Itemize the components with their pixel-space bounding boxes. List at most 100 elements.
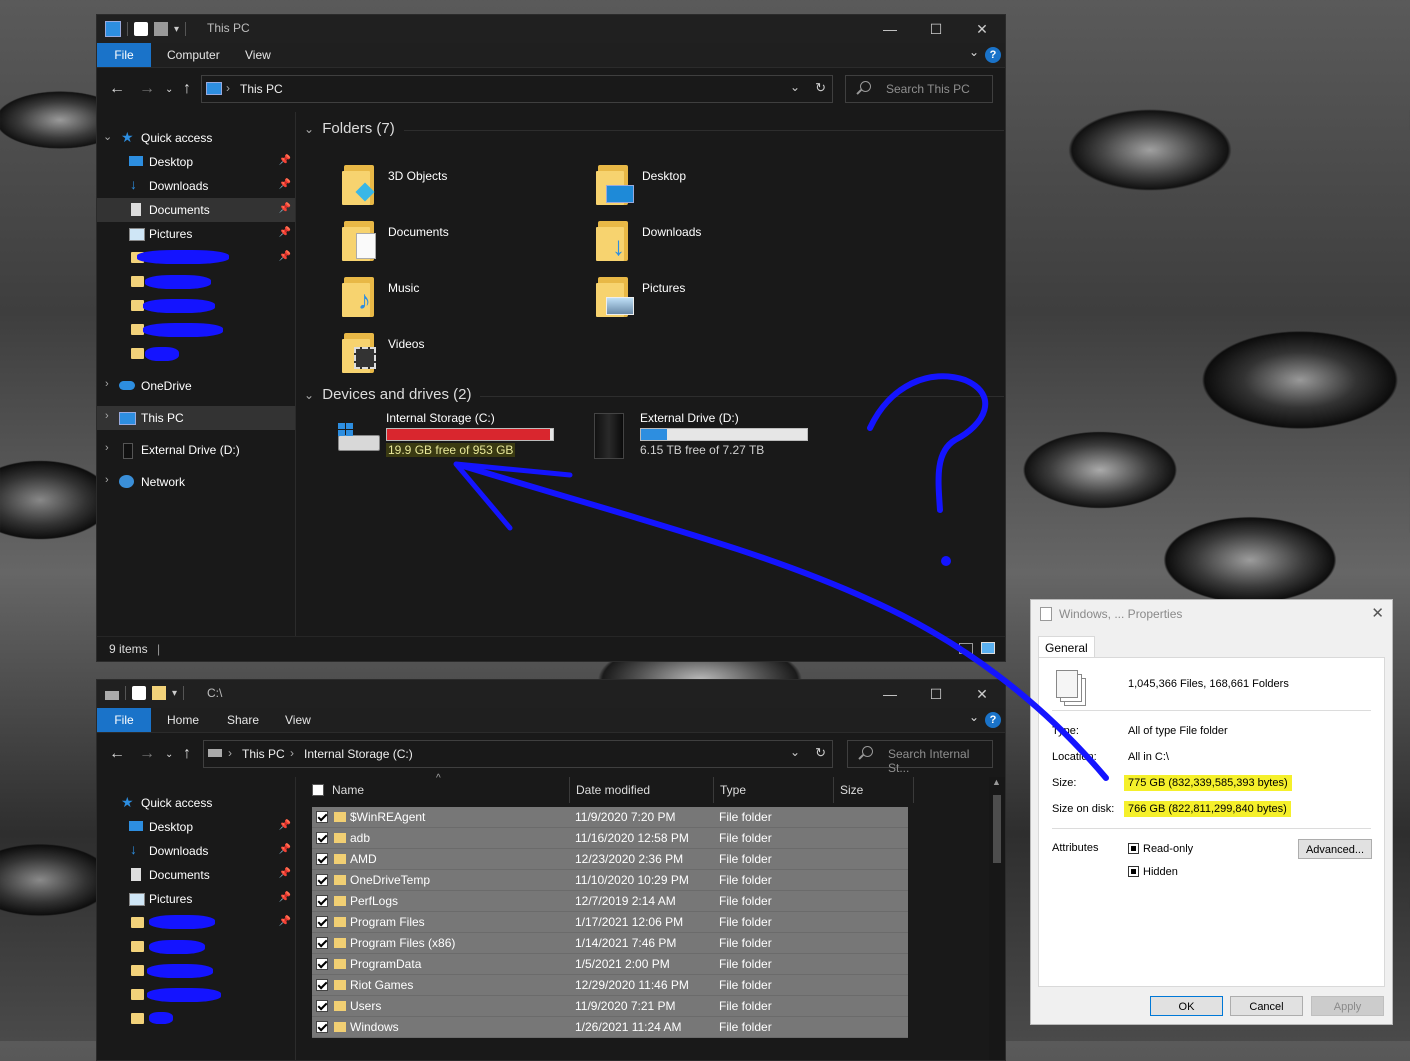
column-type[interactable]: Type	[714, 777, 834, 803]
pin-icon[interactable]: 📌	[279, 227, 291, 238]
row-checkbox[interactable]	[316, 979, 328, 991]
folder-tile-downloads[interactable]: ↓ Downloads	[596, 221, 816, 271]
apply-button[interactable]: Apply	[1311, 996, 1384, 1016]
folder-tile-documents[interactable]: Documents	[342, 221, 562, 271]
minimize-button[interactable]: —	[867, 15, 913, 43]
nav-item-redacted[interactable]	[97, 983, 295, 1007]
address-dropdown-icon[interactable]: ⌄	[790, 745, 800, 759]
chevron-down-icon[interactable]: ⌄	[304, 388, 314, 402]
row-checkbox[interactable]	[316, 811, 328, 823]
chevron-down-icon[interactable]: ⌄	[103, 130, 112, 143]
pin-icon[interactable]: 📌	[279, 203, 291, 214]
help-icon[interactable]: ?	[985, 712, 1001, 728]
row-checkbox[interactable]	[316, 1021, 328, 1033]
forward-button[interactable]: →	[139, 745, 155, 763]
row-checkbox[interactable]	[316, 874, 328, 886]
nav-item-redacted[interactable]	[97, 1007, 295, 1031]
drive-tile-c[interactable]: Internal Storage (C:) 19.9 GB free of 95…	[336, 411, 566, 461]
nav-this-pc[interactable]: › This PC	[97, 406, 295, 430]
table-row[interactable]: adb 11/16/2020 12:58 PM File folder	[312, 828, 908, 849]
ok-button[interactable]: OK	[1150, 996, 1223, 1016]
table-row[interactable]: Program Files 1/17/2021 12:06 PM File fold…	[312, 912, 908, 933]
recent-locations-icon[interactable]: ⌄	[165, 749, 173, 760]
tab-general[interactable]: General	[1038, 636, 1095, 659]
pin-icon[interactable]: 📌	[279, 892, 291, 903]
nav-item-documents[interactable]: Documents 📌	[97, 863, 295, 887]
refresh-icon[interactable]: ↻	[815, 745, 826, 761]
tab-view[interactable]: View	[233, 43, 283, 67]
forward-button[interactable]: →	[139, 80, 155, 98]
vertical-scrollbar[interactable]: ▲	[989, 777, 1005, 1060]
drive-tile-d[interactable]: External Drive (D:) 6.15 TB free of 7.27…	[590, 411, 820, 461]
column-name[interactable]: Name	[326, 777, 570, 803]
devices-group-header[interactable]: ⌄ Devices and drives (2)	[304, 386, 1004, 403]
column-size[interactable]: Size	[834, 777, 914, 803]
row-checkbox[interactable]	[316, 937, 328, 949]
address-dropdown-icon[interactable]: ⌄	[790, 80, 800, 94]
tab-view[interactable]: View	[273, 708, 323, 732]
nav-quick-access[interactable]: ★ Quick access	[97, 791, 295, 815]
chevron-right-icon[interactable]: ›	[105, 410, 109, 422]
refresh-icon[interactable]: ↻	[815, 80, 826, 96]
nav-item-pictures[interactable]: Pictures 📌	[97, 222, 295, 246]
pin-icon[interactable]: 📌	[279, 820, 291, 831]
row-checkbox[interactable]	[316, 895, 328, 907]
expand-ribbon-icon[interactable]: ⌄	[969, 45, 979, 59]
maximize-button[interactable]: ☐	[913, 680, 959, 708]
read-only-checkbox[interactable]	[1128, 843, 1139, 854]
cancel-button[interactable]: Cancel	[1230, 996, 1303, 1016]
table-row[interactable]: Windows 1/26/2021 11:24 AM File folder	[312, 1017, 908, 1038]
chevron-right-icon[interactable]: ›	[105, 442, 109, 454]
nav-item-redacted[interactable]: 📌	[97, 911, 295, 935]
row-checkbox[interactable]	[316, 916, 328, 928]
select-all-checkbox[interactable]	[312, 784, 324, 796]
nav-item-redacted[interactable]	[97, 935, 295, 959]
customize-toolbar-icon[interactable]: ▾	[172, 688, 177, 699]
tab-computer[interactable]: Computer	[155, 43, 232, 67]
table-row[interactable]: $WinREAgent 11/9/2020 7:20 PM File folder	[312, 807, 908, 828]
tab-home[interactable]: Home	[155, 708, 211, 732]
breadcrumb-this-pc[interactable]: This PC	[240, 82, 283, 96]
table-row[interactable]: ProgramData 1/5/2021 2:00 PM File folder	[312, 954, 908, 975]
nav-item-redacted[interactable]	[97, 294, 295, 318]
table-row[interactable]: OneDriveTemp 11/10/2020 10:29 PM File fold…	[312, 870, 908, 891]
pin-icon[interactable]: 📌	[279, 844, 291, 855]
close-button[interactable]: ✕	[959, 680, 1005, 708]
table-row[interactable]: Users 11/9/2020 7:21 PM File folder	[312, 996, 908, 1017]
address-bar[interactable]: › This PC › Internal Storage (C:) ⌄ ↻	[203, 740, 833, 768]
properties-icon[interactable]	[132, 686, 146, 700]
nav-item-redacted[interactable]	[97, 342, 295, 366]
search-box[interactable]: Search Internal St...	[847, 740, 993, 775]
new-folder-icon[interactable]	[152, 686, 166, 700]
nav-item-desktop[interactable]: Desktop 📌	[97, 815, 295, 839]
nav-item-redacted[interactable]	[97, 270, 295, 294]
folders-group-header[interactable]: ⌄ Folders (7)	[304, 120, 1004, 137]
pin-icon[interactable]: 📌	[279, 916, 291, 927]
nav-external-drive[interactable]: › External Drive (D:)	[97, 438, 295, 462]
back-button[interactable]: ←	[109, 745, 125, 763]
column-date-modified[interactable]: Date modified	[570, 777, 714, 803]
row-checkbox[interactable]	[316, 832, 328, 844]
nav-item-downloads[interactable]: ↓ Downloads 📌	[97, 174, 295, 198]
nav-item-downloads[interactable]: ↓ Downloads 📌	[97, 839, 295, 863]
row-checkbox[interactable]	[316, 1000, 328, 1012]
nav-item-redacted[interactable]: 📌	[97, 246, 295, 270]
nav-item-redacted[interactable]	[97, 318, 295, 342]
tab-file[interactable]: File	[97, 43, 151, 67]
row-checkbox[interactable]	[316, 958, 328, 970]
back-button[interactable]: ←	[109, 80, 125, 98]
pin-icon[interactable]: 📌	[279, 179, 291, 190]
tab-file[interactable]: File	[97, 708, 151, 732]
minimize-button[interactable]: —	[867, 680, 913, 708]
help-icon[interactable]: ?	[985, 47, 1001, 63]
pin-icon[interactable]: 📌	[279, 155, 291, 166]
advanced-button[interactable]: Advanced...	[1298, 839, 1372, 859]
customize-toolbar-icon[interactable]: ▾	[174, 24, 179, 35]
up-button[interactable]: ↑	[183, 745, 191, 763]
breadcrumb-this-pc[interactable]: This PC	[242, 747, 285, 761]
large-icons-view-icon[interactable]	[981, 642, 995, 654]
scroll-up-icon[interactable]: ▲	[992, 777, 1001, 787]
breadcrumb-internal-storage[interactable]: Internal Storage (C:)	[304, 747, 413, 761]
table-row[interactable]: Program Files (x86) 1/14/2021 7:46 PM File…	[312, 933, 908, 954]
expand-ribbon-icon[interactable]: ⌄	[969, 710, 979, 724]
